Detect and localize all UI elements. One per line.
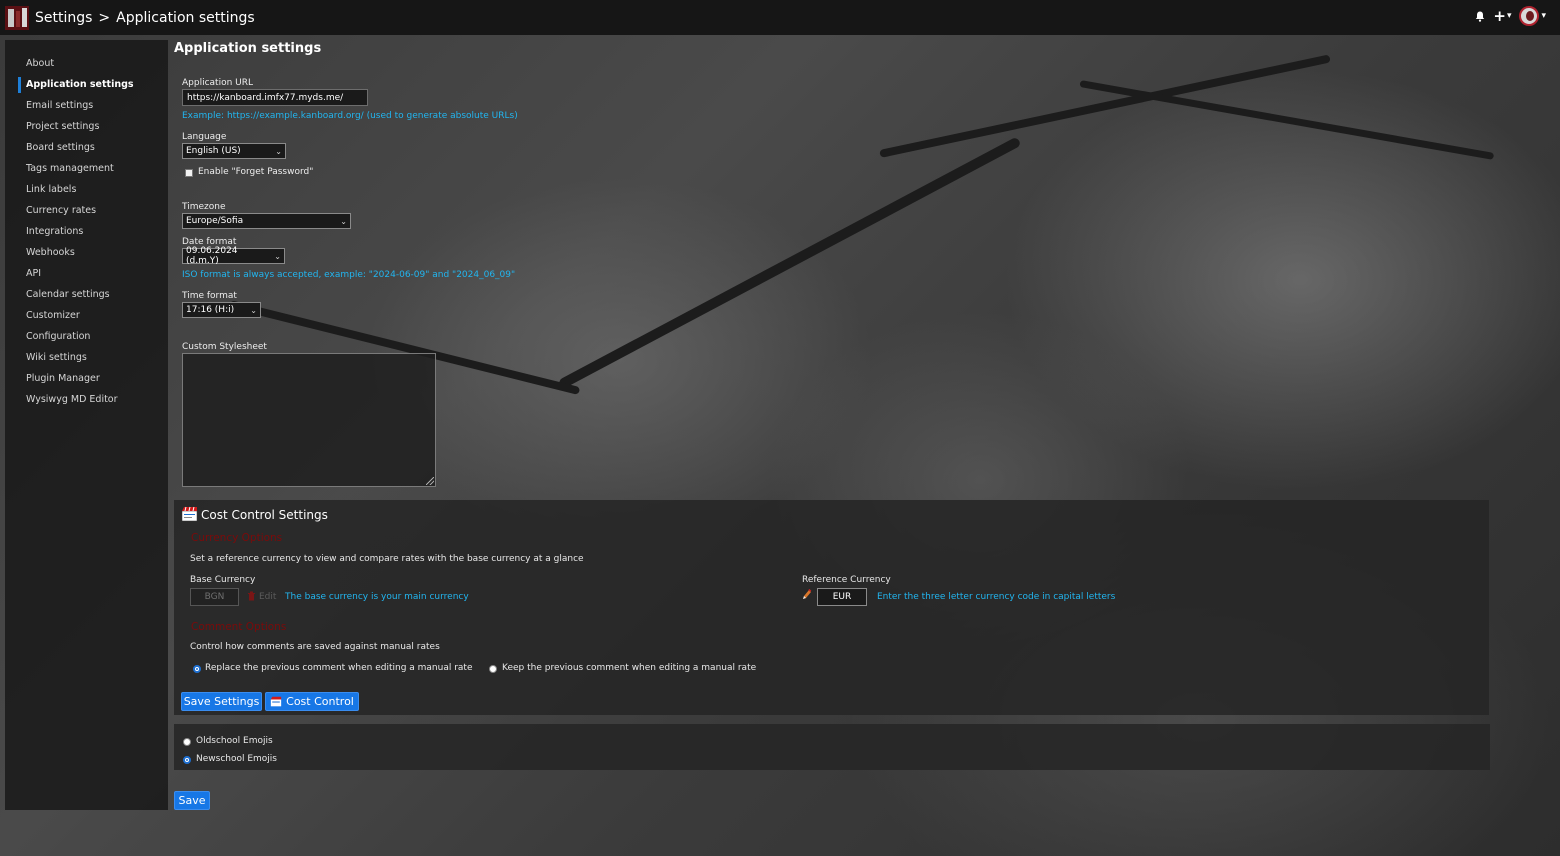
timezone-select-value: Europe/Sofia — [186, 216, 244, 226]
breadcrumb-separator: > — [98, 9, 111, 26]
app-logo-icon[interactable] — [4, 5, 30, 31]
custom-css-label: Custom Stylesheet — [182, 342, 267, 352]
chevron-down-icon: ⌄ — [340, 216, 347, 226]
cost-control-button-label: Cost Control — [286, 695, 354, 708]
comment-keep-label: Keep the previous comment when editing a… — [502, 663, 757, 673]
clapperboard-icon — [181, 506, 198, 522]
currency-options-heading: Currency Options — [191, 532, 283, 544]
cost-control-button[interactable]: Cost Control — [265, 692, 359, 711]
sidebar-item-calendar-settings[interactable]: Calendar settings — [5, 284, 168, 305]
base-currency-input: BGN — [190, 588, 239, 606]
breadcrumb-current: Application settings — [116, 9, 255, 26]
base-currency-hint: The base currency is your main currency — [285, 592, 469, 602]
emoji-style-panel: Oldschool Emojis Newschool Emojis — [174, 724, 1490, 770]
edit-pencil-icon[interactable] — [802, 588, 812, 600]
language-label: Language — [182, 132, 227, 142]
time-format-label: Time format — [182, 291, 237, 301]
sidebar-item-integrations[interactable]: Integrations — [5, 221, 168, 242]
bell-icon[interactable] — [1475, 11, 1485, 22]
chevron-down-icon: ⌄ — [275, 146, 282, 156]
base-currency-label: Base Currency — [190, 575, 256, 585]
comment-options-description: Control how comments are saved against m… — [190, 642, 440, 652]
plus-icon: + — [1493, 6, 1506, 25]
reference-currency-label: Reference Currency — [802, 575, 891, 585]
newschool-emojis-radio[interactable] — [183, 756, 191, 764]
sidebar-item-project-settings[interactable]: Project settings — [5, 116, 168, 137]
oldschool-emojis-label: Oldschool Emojis — [196, 736, 273, 746]
sidebar-item-api[interactable]: API — [5, 263, 168, 284]
top-right-controls: + ▾ ▾ — [1475, 6, 1546, 26]
user-menu-button[interactable]: ▾ — [1519, 6, 1546, 26]
sidebar-item-application-settings[interactable]: Application settings — [5, 74, 168, 95]
sidebar-item-webhooks[interactable]: Webhooks — [5, 242, 168, 263]
chevron-down-icon: ⌄ — [274, 251, 281, 261]
app-url-input[interactable]: https://kanboard.imfx77.myds.me/ — [182, 89, 368, 106]
sidebar-item-currency-rates[interactable]: Currency rates — [5, 200, 168, 221]
comment-options-heading: Comment Options — [191, 621, 287, 633]
main-content: Application settings Application URL htt… — [168, 35, 1560, 856]
breadcrumb-settings-link[interactable]: Settings — [35, 10, 92, 26]
reference-currency-hint: Enter the three letter currency code in … — [877, 592, 1116, 602]
sidebar-item-email-settings[interactable]: Email settings — [5, 95, 168, 116]
save-button[interactable]: Save — [174, 791, 210, 810]
app-url-hint: Example: https://example.kanboard.org/ (… — [182, 111, 518, 121]
date-format-hint: ISO format is always accepted, example: … — [182, 270, 516, 280]
top-bar: Settings > Application settings + ▾ ▾ — [0, 0, 1560, 35]
cost-control-title: Cost Control Settings — [201, 508, 328, 522]
oldschool-emojis-radio[interactable] — [183, 738, 191, 746]
cost-control-panel: Cost Control Settings Currency Options S… — [174, 500, 1489, 715]
sidebar-item-wiki-settings[interactable]: Wiki settings — [5, 347, 168, 368]
save-settings-button[interactable]: Save Settings — [181, 692, 262, 711]
base-currency-edit-link: Edit — [259, 592, 277, 602]
clapperboard-icon — [270, 696, 282, 707]
time-format-select[interactable]: 17:16 (H:i) ⌄ — [182, 302, 261, 318]
add-menu-button[interactable]: + ▾ — [1493, 6, 1512, 25]
comment-replace-radio[interactable] — [193, 665, 201, 673]
forget-password-label: Enable "Forget Password" — [198, 167, 314, 177]
newschool-emojis-label: Newschool Emojis — [196, 754, 277, 764]
language-select[interactable]: English (US) ⌄ — [182, 143, 286, 159]
date-format-select-value: 09.06.2024 (d.m.Y) — [186, 246, 238, 266]
timezone-label: Timezone — [182, 202, 226, 212]
sidebar-item-link-labels[interactable]: Link labels — [5, 179, 168, 200]
sidebar-item-board-settings[interactable]: Board settings — [5, 137, 168, 158]
settings-sidebar: About Application settings Email setting… — [5, 40, 168, 810]
chevron-down-icon: ▾ — [1506, 11, 1512, 21]
language-select-value: English (US) — [186, 146, 241, 156]
sidebar-item-configuration[interactable]: Configuration — [5, 326, 168, 347]
sidebar-item-customizer[interactable]: Customizer — [5, 305, 168, 326]
time-format-select-value: 17:16 (H:i) — [186, 305, 235, 315]
comment-replace-label: Replace the previous comment when editin… — [205, 663, 473, 673]
sidebar-item-wysiwyg-md-editor[interactable]: Wysiwyg MD Editor — [5, 389, 168, 410]
avatar — [1519, 6, 1540, 26]
app-url-label: Application URL — [182, 78, 254, 88]
timezone-select[interactable]: Europe/Sofia ⌄ — [182, 213, 351, 229]
breadcrumb: Settings > Application settings — [35, 10, 255, 26]
trash-icon — [247, 591, 256, 601]
reference-currency-input[interactable]: EUR — [817, 588, 867, 606]
chevron-down-icon: ▾ — [1541, 11, 1546, 21]
comment-keep-radio[interactable] — [489, 665, 497, 673]
date-format-select[interactable]: 09.06.2024 (d.m.Y) ⌄ — [182, 246, 285, 266]
custom-css-textarea[interactable] — [182, 353, 436, 487]
currency-options-description: Set a reference currency to view and com… — [190, 554, 584, 564]
page-title: Application settings — [174, 41, 322, 56]
forget-password-checkbox[interactable] — [185, 169, 193, 177]
sidebar-item-plugin-manager[interactable]: Plugin Manager — [5, 368, 168, 389]
chevron-down-icon: ⌄ — [250, 305, 257, 315]
sidebar-item-about[interactable]: About — [5, 53, 168, 74]
sidebar-item-tags-management[interactable]: Tags management — [5, 158, 168, 179]
